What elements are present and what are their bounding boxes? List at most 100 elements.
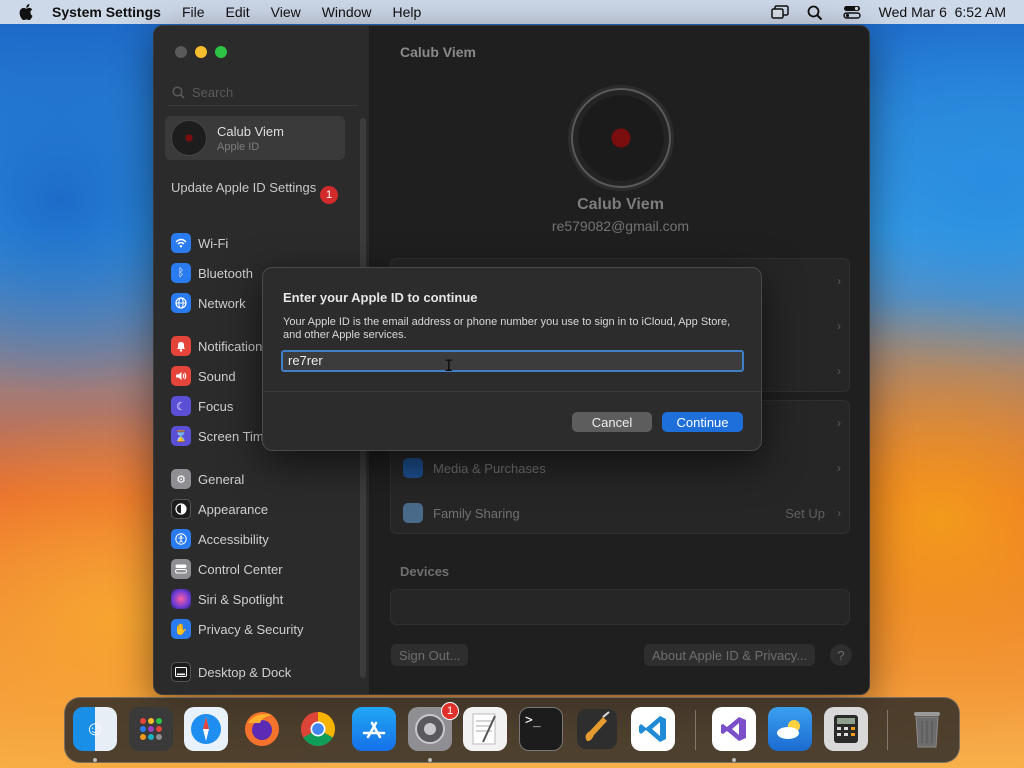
vscode-icon[interactable] [631,707,675,751]
sidebar-item-control-center[interactable]: Control Center [171,557,283,581]
running-indicator [732,758,736,762]
sidebar-item-label: Desktop & Dock [198,664,292,680]
sidebar-item-bluetooth[interactable]: ᛒ Bluetooth [171,261,253,285]
spotlight-search-icon[interactable] [807,5,825,21]
row-label: Family Sharing [433,505,520,521]
hand-icon: ✋ [171,619,191,639]
sidebar-item-wifi[interactable]: Wi-Fi [171,231,228,255]
minimize-button[interactable] [195,46,207,58]
trash-icon[interactable] [905,707,949,751]
sidebar-item-siri-spotlight[interactable]: Siri & Spotlight [171,587,283,611]
menu-bar: System Settings File Edit View Window He… [0,0,1024,24]
cancel-button[interactable]: Cancel [572,412,652,432]
screen-mirroring-icon[interactable] [770,5,789,19]
family-icon [403,503,423,523]
sidebar-item-privacy-security[interactable]: ✋ Privacy & Security [171,617,303,641]
chevron-right-icon: › [837,364,841,378]
apple-id-input[interactable]: re7rer [281,350,744,372]
bluetooth-icon: ᛒ [171,263,191,283]
menu-window[interactable]: Window [322,4,372,20]
sidebar-account[interactable]: Calub Viem Apple ID [165,116,345,160]
dialog-description: Your Apple ID is the email address or ph… [283,316,731,341]
help-button[interactable]: ? [830,644,852,666]
dock: ☺ 1 >_ [64,697,960,763]
chevron-right-icon: › [837,274,841,288]
weather-icon[interactable] [768,707,812,751]
menu-edit[interactable]: Edit [226,4,250,20]
appearance-icon [171,499,191,519]
about-apple-id-button[interactable]: About Apple ID & Privacy... [644,644,816,666]
profile-avatar[interactable] [571,88,671,188]
globe-icon [171,293,191,313]
profile-email: re579082@gmail.com [551,218,690,234]
wifi-icon [171,233,191,253]
control-center-icon [171,559,191,579]
sidebar-item-label: Accessibility [198,531,269,547]
divider [263,391,763,392]
menu-view[interactable]: View [271,4,301,20]
control-center-icon[interactable] [842,5,861,19]
calculator-icon[interactable] [824,707,868,751]
sidebar-item-general[interactable]: ⚙ General [171,467,244,491]
sidebar-item-focus[interactable]: ☾ Focus [171,394,233,418]
family-sharing-row[interactable]: Family Sharing Set Up › [391,491,851,535]
app-store-icon [403,458,423,478]
devices-heading: Devices [400,564,450,579]
media-purchases-row[interactable]: Media & Purchases › [391,446,851,490]
sidebar-item-label: General [198,471,245,487]
menu-app-name[interactable]: System Settings [52,4,161,20]
account-name: Calub Viem [217,123,284,139]
sidebar-item-desktop-dock[interactable]: Desktop & Dock [171,660,291,684]
menu-clock[interactable]: Wed Mar 6 6:52 AM [879,4,1006,20]
running-indicator [428,758,432,762]
chrome-icon[interactable] [296,707,340,751]
sign-out-button[interactable]: Sign Out... [391,644,469,666]
notification-badge: 1 [441,702,459,720]
zoom-button[interactable] [215,46,227,58]
sidebar-item-label: Control Center [198,561,283,577]
chevron-right-icon: › [837,461,841,475]
dock-separator [887,710,888,750]
sidebar-item-accessibility[interactable]: Accessibility [171,527,269,551]
menu-help[interactable]: Help [393,4,422,20]
app-store-icon[interactable] [352,707,396,751]
sidebar-search[interactable]: Search [168,80,358,106]
sidebar-item-label: Siri & Spotlight [198,591,284,607]
terminal-icon[interactable]: >_ [519,707,563,751]
safari-icon[interactable] [184,707,228,751]
launchpad-icon[interactable] [129,707,173,751]
sidebar-item-screen-time[interactable]: ⌛ Screen Time [171,424,271,448]
apple-menu-icon[interactable] [0,4,52,20]
sidebar-item-appearance[interactable]: Appearance [171,497,268,521]
chevron-right-icon: › [837,319,841,333]
running-indicator [93,758,97,762]
sidebar-item-notifications[interactable]: Notifications [171,334,269,358]
apple-id-dialog: Enter your Apple ID to continue Your App… [262,267,763,451]
page-title: Calub Viem [400,44,476,60]
firefox-icon[interactable] [240,707,284,751]
sidebar-item-label: Privacy & Security [198,621,304,637]
continue-button[interactable]: Continue [662,412,743,432]
gear-icon: ⚙ [171,469,191,489]
search-placeholder: Search [192,85,234,100]
finder-icon[interactable]: ☺ [73,707,117,751]
menu-file[interactable]: File [182,4,205,20]
chevron-right-icon: › [837,416,841,430]
accessibility-icon [171,529,191,549]
row-value: Set Up [785,505,825,521]
account-subtitle: Apple ID [217,140,260,153]
textedit-icon[interactable] [463,707,507,751]
dialog-title: Enter your Apple ID to continue [283,290,478,305]
garageband-icon[interactable] [575,707,619,751]
close-button[interactable] [175,46,187,58]
hourglass-icon: ⌛ [171,426,191,446]
sidebar-item-sound[interactable]: Sound [171,364,236,388]
speaker-icon [171,366,191,386]
chevron-right-icon: › [837,506,841,520]
dock-separator [695,710,696,750]
visual-studio-icon[interactable] [712,707,756,751]
profile-name: Calub Viem [577,196,664,213]
sidebar-item-network[interactable]: Network [171,291,246,315]
update-apple-id-settings[interactable]: Update Apple ID Settings [171,180,341,196]
siri-icon [171,589,191,609]
